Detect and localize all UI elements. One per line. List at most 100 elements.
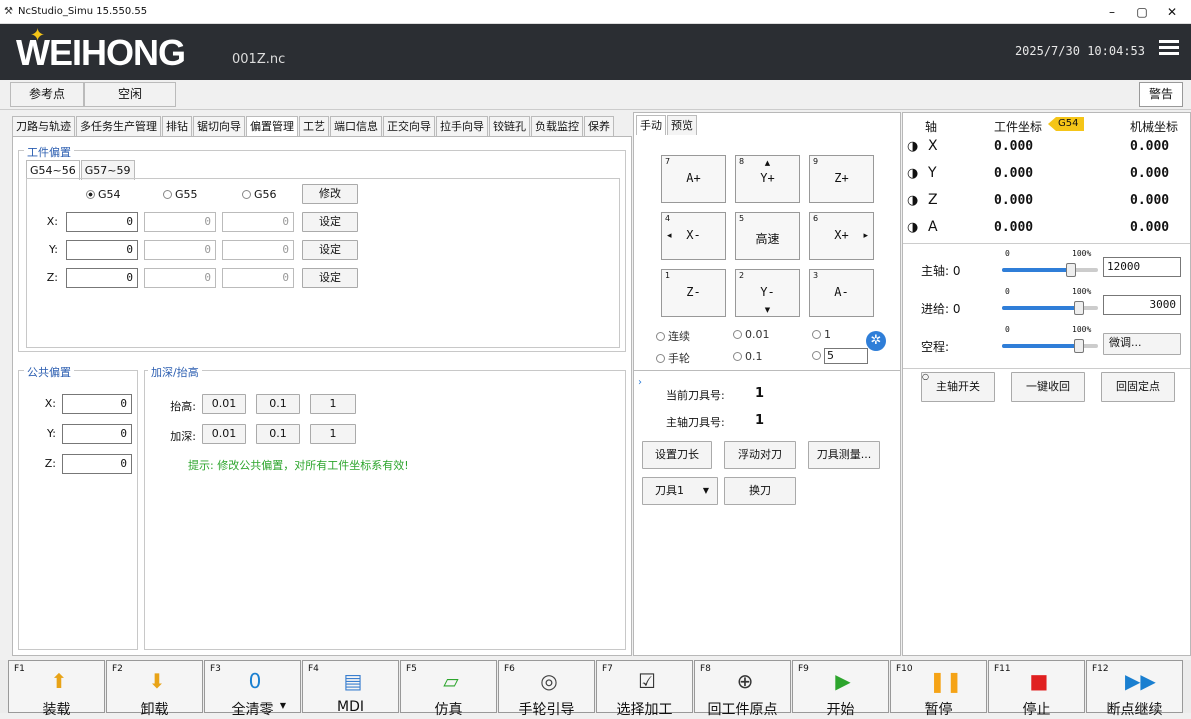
function-key-f10[interactable]: F10 ❚❚ 暂停 [890, 660, 987, 718]
set-button[interactable]: 设定 [302, 240, 358, 260]
deepen-step-button[interactable]: 1 [310, 424, 356, 444]
jog-key[interactable]: 2 Y- ▼ [735, 269, 800, 317]
lift-step-button[interactable]: 0.01 [202, 394, 246, 414]
axis-name: Z [928, 192, 938, 208]
work-coord-value[interactable]: 0.000 [994, 193, 1033, 208]
close-button[interactable]: ✕ [1157, 2, 1187, 22]
function-key-number: F2 [112, 664, 123, 674]
tab-manual[interactable]: 手动 [636, 115, 666, 135]
retract-button[interactable]: 一键收回 [1011, 372, 1085, 402]
set-button[interactable]: 设定 [302, 212, 358, 232]
function-key-f7[interactable]: F7 ☑ 选择加工 [596, 660, 693, 718]
common-offset-input[interactable]: 0 [62, 394, 132, 414]
deepen-step-button[interactable]: 0.01 [202, 424, 246, 444]
custom-step-input[interactable]: 5 [824, 348, 868, 364]
offset-input[interactable]: 0 [66, 268, 138, 288]
function-key-f5[interactable]: F5 ▱ 仿真 [400, 660, 497, 718]
function-key-label: 手轮引导 [518, 702, 575, 718]
tab-0[interactable]: 刀路与轨迹 [12, 116, 75, 136]
subtab-g54-56[interactable]: G54~56 [26, 160, 80, 180]
tab-9[interactable]: 铰链孔 [489, 116, 530, 136]
jog-key[interactable]: 6 X+ ▸ [809, 212, 874, 260]
function-key-number: F1 [14, 664, 25, 674]
tab-4[interactable]: 偏置管理 [246, 116, 298, 136]
jog-key[interactable]: 3 A- [809, 269, 874, 317]
jog-key[interactable]: 8 Y+ ▲ [735, 155, 800, 203]
menu-icon[interactable] [1159, 40, 1179, 56]
offset-axis-label: Y: [49, 243, 58, 256]
custom-step-radio[interactable]: 5 [812, 348, 868, 364]
float-tool-set-button[interactable]: 浮动对刀 [724, 441, 796, 469]
lift-step-button[interactable]: 0.1 [256, 394, 300, 414]
work-coord-value[interactable]: 0.000 [994, 166, 1033, 181]
tab-3[interactable]: 锯切向导 [193, 116, 245, 136]
tool-measure-button[interactable]: 刀具测量... [808, 441, 880, 469]
file-name: 001Z.nc [232, 52, 286, 67]
modify-button[interactable]: 修改 [302, 184, 358, 204]
function-key-f11[interactable]: F11 ■ 停止 [988, 660, 1085, 718]
step-mode-radio[interactable]: 1 [812, 328, 831, 341]
set-button[interactable]: 设定 [302, 268, 358, 288]
tool-change-button[interactable]: 换刀 [724, 477, 796, 505]
minimize-button[interactable]: – [1097, 2, 1127, 22]
gear-icon[interactable]: ✲ [866, 331, 886, 351]
function-key-f4[interactable]: F4 ▤ MDI [302, 660, 399, 715]
tab-5[interactable]: 工艺 [299, 116, 329, 136]
step-mode-radio[interactable]: 手轮 [656, 350, 690, 366]
function-key-f2[interactable]: F2 ⬇ 卸载 [106, 660, 203, 718]
feed-value-input[interactable]: 3000 [1103, 295, 1181, 315]
radio-g54[interactable]: G54 [86, 188, 121, 201]
tab-7[interactable]: 正交向导 [383, 116, 435, 136]
go-fixed-point-button[interactable]: 回固定点 [1101, 372, 1175, 402]
step-mode-radio[interactable]: 0.01 [733, 328, 770, 341]
warning-button[interactable]: 警告 [1139, 82, 1183, 107]
step-mode-radio[interactable]: 0.1 [733, 350, 763, 363]
tab-11[interactable]: 保养 [584, 116, 614, 136]
function-key-number: F5 [406, 664, 417, 674]
function-key-label: 断点继续 [1106, 702, 1163, 718]
tab-preview[interactable]: 预览 [667, 115, 697, 135]
set-tool-length-button[interactable]: 设置刀长 [642, 441, 712, 469]
offset-input[interactable]: 0 [66, 240, 138, 260]
step-mode-radio[interactable]: 连续 [656, 328, 690, 344]
common-offset-input[interactable]: 0 [62, 424, 132, 444]
jog-key[interactable]: 5 高速 [735, 212, 800, 260]
spindle-value-input[interactable]: 12000 [1103, 257, 1181, 277]
function-key-f12[interactable]: F12 ▶▶ 断点继续 [1086, 660, 1183, 718]
chevron-right-icon[interactable]: › [638, 377, 642, 388]
feed-slider-thumb[interactable] [1074, 301, 1084, 315]
tab-2[interactable]: 排钻 [162, 116, 192, 136]
pause-icon: ❚❚ [929, 669, 963, 693]
jog-key[interactable]: 4 X- ◂ [661, 212, 726, 260]
radio-g55[interactable]: G55 [163, 188, 198, 201]
radio-g56[interactable]: G56 [242, 188, 277, 201]
jog-key[interactable]: 1 Z- [661, 269, 726, 317]
work-coord-value[interactable]: 0.000 [994, 139, 1033, 154]
lift-step-button[interactable]: 1 [310, 394, 356, 414]
chevron-down-icon[interactable]: ▼ [280, 701, 286, 710]
rapid-slider-thumb[interactable] [1074, 339, 1084, 353]
tab-8[interactable]: 拉手向导 [436, 116, 488, 136]
tab-10[interactable]: 负载监控 [531, 116, 583, 136]
fine-tune-button[interactable]: 微调... [1103, 333, 1181, 355]
jog-key[interactable]: 9 Z+ [809, 155, 874, 203]
maximize-button[interactable]: ▢ [1127, 2, 1157, 22]
tab-6[interactable]: 端口信息 [330, 116, 382, 136]
common-offset-input[interactable]: 0 [62, 454, 132, 474]
radio-dot [86, 190, 95, 199]
subtab-g57-59[interactable]: G57~59 [80, 160, 135, 180]
function-key-f9[interactable]: F9 ▶ 开始 [792, 660, 889, 718]
jog-key[interactable]: 7 A+ [661, 155, 726, 203]
deepen-step-button[interactable]: 0.1 [256, 424, 300, 444]
function-key-f6[interactable]: F6 ◎ 手轮引导 [498, 660, 595, 718]
offset-input[interactable]: 0 [66, 212, 138, 232]
spindle-toggle-button[interactable]: 主轴开关 [921, 372, 995, 402]
function-key-f3[interactable]: F3 0 全清零 ▼ [204, 660, 301, 718]
ref-point-status[interactable]: 参考点 [10, 82, 84, 107]
tool-select-dropdown[interactable]: 刀具1 ▼ [642, 477, 718, 505]
function-key-f1[interactable]: F1 ⬆ 装载 [8, 660, 105, 718]
work-coord-value[interactable]: 0.000 [994, 220, 1033, 235]
spindle-slider-thumb[interactable] [1066, 263, 1076, 277]
function-key-f8[interactable]: F8 ⊕ 回工件原点 [694, 660, 791, 718]
tab-1[interactable]: 多任务生产管理 [76, 116, 161, 136]
